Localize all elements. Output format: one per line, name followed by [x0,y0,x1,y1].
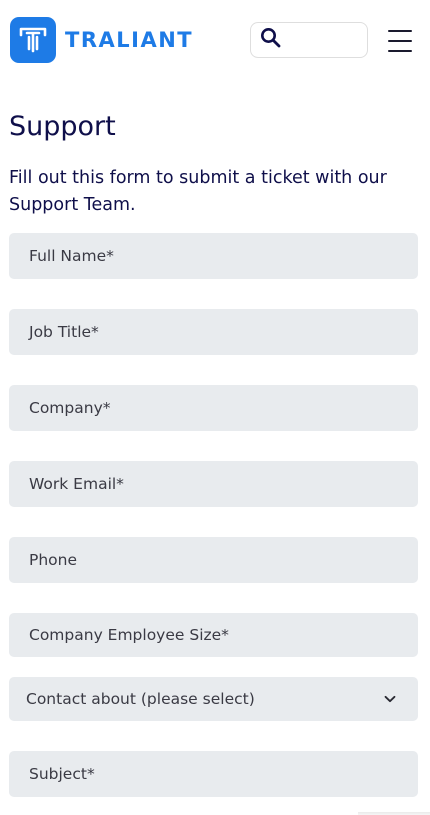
chevron-down-icon [384,692,396,710]
traliant-logo-icon [10,17,56,63]
search-input[interactable] [285,25,365,55]
employee-size-placeholder: Company Employee Size* [29,626,229,644]
company-field[interactable]: Company* [9,385,418,431]
work-email-field[interactable]: Work Email* [9,461,418,507]
menu-line [388,40,412,42]
full-name-field[interactable]: Full Name* [9,233,418,279]
brand-name: TRALIANT [65,28,194,52]
menu-line [388,50,412,52]
brand-logo[interactable]: TRALIANT [10,17,193,63]
job-title-placeholder: Job Title* [29,323,99,341]
hamburger-menu-icon[interactable] [388,30,416,52]
menu-line [388,30,412,32]
phone-field[interactable]: Phone [9,537,418,583]
work-email-placeholder: Work Email* [29,475,124,493]
site-header: TRALIANT [0,0,430,80]
search-icon[interactable] [260,27,281,53]
job-title-field[interactable]: Job Title* [9,309,418,355]
page-title: Support [9,111,116,142]
contact-about-select[interactable]: Contact about (please select) [9,677,418,721]
company-placeholder: Company* [29,399,111,417]
search-box[interactable] [250,22,368,58]
contact-about-selected: Contact about (please select) [26,690,255,708]
intro-text: Fill out this form to submit a ticket wi… [9,168,387,215]
subject-field[interactable]: Subject* [9,751,418,797]
subject-placeholder: Subject* [29,765,95,783]
employee-size-field[interactable]: Company Employee Size* [9,613,418,657]
full-name-placeholder: Full Name* [29,247,114,265]
phone-placeholder: Phone [29,551,78,569]
